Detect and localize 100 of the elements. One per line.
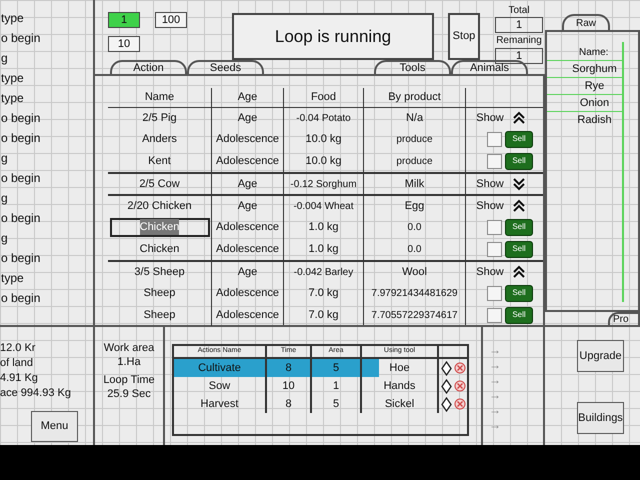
table-cell: 7.0 kg <box>284 304 364 326</box>
arrow-text: → <box>489 388 502 402</box>
table-cell: 0.0 <box>364 238 466 260</box>
stat-text: of land <box>0 356 34 371</box>
table-cell: produce <box>364 128 466 150</box>
sell-button[interactable]: Sell <box>505 306 533 324</box>
stop-button[interactable]: Stop <box>448 13 480 60</box>
animal-name: Kent <box>148 154 171 169</box>
table-cell: Age <box>212 196 284 216</box>
tab[interactable]: Tools <box>374 60 451 74</box>
checkbox[interactable] <box>487 242 502 256</box>
sell-button[interactable]: Sell <box>505 284 533 302</box>
table-cell: 10 <box>267 377 312 395</box>
diamond-icon[interactable] <box>441 378 452 394</box>
table-cell: 7.97921434481629 <box>364 282 466 304</box>
table-cell: Milk <box>364 174 466 194</box>
checkbox[interactable] <box>487 286 502 300</box>
table-cell: 8 <box>267 359 312 377</box>
chevron-up-icon[interactable] <box>512 111 526 125</box>
table-cell: Adolescence <box>212 128 284 150</box>
tab[interactable]: Animals <box>451 60 528 74</box>
work-area-label: Work area <box>104 341 154 355</box>
table-cell: 5 <box>312 359 362 377</box>
log-text: type <box>1 270 25 287</box>
table-cell: Adolescence <box>212 304 284 326</box>
total-label: Total <box>508 5 530 17</box>
diamond-icon[interactable] <box>441 360 452 376</box>
column-header: Food <box>284 88 364 107</box>
log-text: g <box>1 150 9 167</box>
table-cell: 7.70557229374617 <box>364 304 466 326</box>
nav-button[interactable]: Upgrade <box>577 340 624 372</box>
nav-button[interactable]: Buildings <box>577 402 624 434</box>
action-row[interactable]: Harvest 8 5 Sickel <box>174 395 467 413</box>
table-cell: Adolescence <box>212 282 284 304</box>
table-cell: N/a <box>364 108 466 128</box>
tab[interactable]: Seeds <box>187 60 264 74</box>
arrow-text: → <box>489 418 502 432</box>
sell-button[interactable]: Sell <box>505 130 533 148</box>
log-text: o begin <box>1 290 42 307</box>
remaining-field: 1 <box>495 48 543 64</box>
chevron-down-icon[interactable] <box>512 177 526 191</box>
loop-time-label: Loop Time <box>103 373 155 387</box>
checkbox[interactable] <box>487 308 502 322</box>
table-cell: Age <box>212 108 284 128</box>
sell-button[interactable]: Sell <box>505 218 533 236</box>
table-cell: 8 <box>267 395 312 413</box>
log-text: g <box>1 190 9 207</box>
work-area-value: 1.Ha <box>117 355 141 369</box>
delete-icon[interactable] <box>454 398 466 410</box>
action-name: Sow <box>174 377 267 395</box>
log-text: type <box>1 10 25 27</box>
group-name: 2/5 Cow <box>108 174 212 194</box>
arrow-text: → <box>489 403 502 417</box>
counter-field[interactable]: 100 <box>155 12 187 28</box>
log-text: g <box>1 50 9 67</box>
sell-button[interactable]: Sell <box>505 152 533 170</box>
table-cell: 10.0 kg <box>284 150 364 172</box>
table-cell: 7.0 kg <box>284 282 364 304</box>
chevron-up-icon[interactable] <box>512 265 526 279</box>
group-name: 3/5 Sheep <box>108 262 212 282</box>
counter-field[interactable]: 10 <box>108 36 140 52</box>
log-text: type <box>1 70 25 87</box>
action-name: Harvest <box>174 395 267 413</box>
diamond-icon[interactable] <box>441 396 452 412</box>
table-cell: 10.0 kg <box>284 128 364 150</box>
stat-text: 4.91 Kg <box>0 371 39 386</box>
table-cell: Hands <box>362 377 439 395</box>
action-row[interactable]: Sow 10 1 Hands <box>174 377 467 395</box>
group-name: 2/5 Pig <box>108 108 212 128</box>
table-cell: 1 <box>312 377 362 395</box>
table-cell: -0.12 Sorghum <box>284 174 364 194</box>
delete-icon[interactable] <box>454 362 466 374</box>
chevron-up-icon[interactable] <box>512 199 526 213</box>
show-label: Show <box>476 198 504 214</box>
counter-field[interactable]: 1 <box>108 12 140 28</box>
stat-text: 12.0 Kr <box>0 341 36 356</box>
pro-tab[interactable]: Pro <box>608 312 640 325</box>
table-cell: Sickel <box>362 395 439 413</box>
animal-name: Chicken <box>140 242 180 257</box>
table-cell: 0.0 <box>364 216 466 238</box>
tab[interactable]: Action <box>110 60 187 74</box>
status-panel: Loop is running <box>232 13 434 60</box>
action-row[interactable]: Cultivate 8 5 Hoe <box>174 359 467 377</box>
table-cell: -0.004 Wheat <box>284 196 364 216</box>
checkbox[interactable] <box>487 154 502 168</box>
name-field[interactable]: Chicken <box>110 218 210 236</box>
log-text: o begin <box>1 210 42 227</box>
group-name: 2/20 Chicken <box>108 196 212 216</box>
menu-button[interactable]: Menu <box>31 411 78 442</box>
raw-tab[interactable]: Raw <box>562 14 610 30</box>
checkbox[interactable] <box>487 132 502 146</box>
table-cell: 1.0 kg <box>284 238 364 260</box>
show-label: Show <box>476 176 504 192</box>
sell-button[interactable]: Sell <box>505 240 533 258</box>
animal-name: Sheep <box>144 286 176 301</box>
arrow-text: → <box>489 343 502 357</box>
table-cell: produce <box>364 150 466 172</box>
table-cell: -0.04 Potato <box>284 108 364 128</box>
checkbox[interactable] <box>487 220 502 234</box>
delete-icon[interactable] <box>454 380 466 392</box>
